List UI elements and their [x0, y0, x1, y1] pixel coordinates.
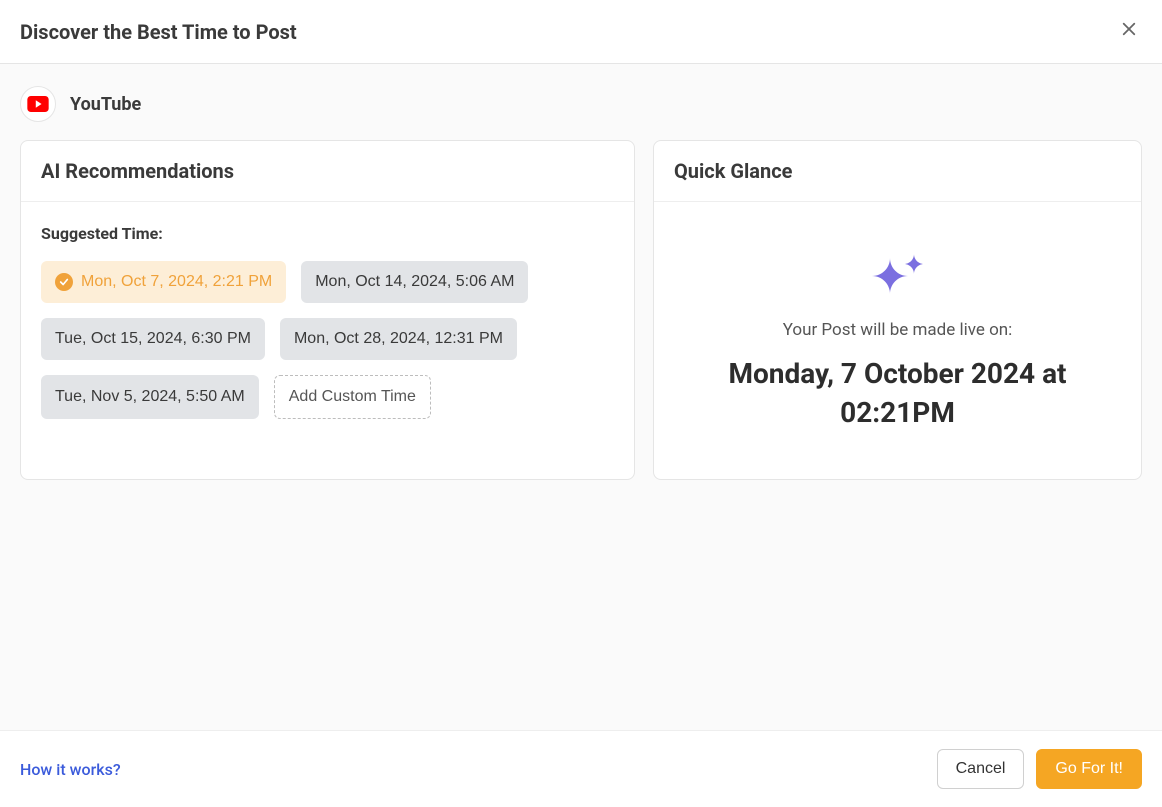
modal-footer: How it works? Cancel Go For It!: [0, 730, 1162, 807]
check-circle-icon: [55, 273, 73, 291]
quick-glance-title: Quick Glance: [654, 141, 1141, 202]
recommendations-title: AI Recommendations: [21, 141, 634, 202]
quick-glance-body: Your Post will be made live on: Monday, …: [654, 202, 1141, 462]
glance-caption: Your Post will be made live on:: [783, 320, 1013, 340]
modal-header: Discover the Best Time to Post: [0, 0, 1162, 64]
suggested-time-label: Suggested Time:: [41, 224, 614, 243]
footer-actions: Cancel Go For It!: [937, 749, 1142, 789]
time-chip-label: Mon, Oct 28, 2024, 12:31 PM: [294, 330, 503, 348]
time-chip[interactable]: Mon, Oct 28, 2024, 12:31 PM: [280, 318, 517, 360]
content-row: AI Recommendations Suggested Time: Mon, …: [0, 140, 1162, 480]
recommendations-panel: AI Recommendations Suggested Time: Mon, …: [20, 140, 635, 480]
quick-glance-panel: Quick Glance Your Post will be made live…: [653, 140, 1142, 480]
close-icon: [1120, 20, 1138, 38]
modal-title: Discover the Best Time to Post: [20, 20, 297, 44]
add-custom-time-label: Add Custom Time: [289, 388, 416, 406]
cancel-button[interactable]: Cancel: [937, 749, 1025, 789]
platform-name: YouTube: [70, 94, 141, 115]
time-chip[interactable]: Tue, Oct 15, 2024, 6:30 PM: [41, 318, 265, 360]
time-chip-list: Mon, Oct 7, 2024, 2:21 PM Mon, Oct 14, 2…: [41, 261, 614, 419]
time-chip-selected[interactable]: Mon, Oct 7, 2024, 2:21 PM: [41, 261, 286, 303]
how-it-works-link[interactable]: How it works?: [20, 760, 121, 779]
confirm-button[interactable]: Go For It!: [1036, 749, 1142, 789]
time-chip[interactable]: Mon, Oct 14, 2024, 5:06 AM: [301, 261, 528, 303]
time-chip-label: Tue, Nov 5, 2024, 5:50 AM: [55, 388, 245, 406]
add-custom-time-button[interactable]: Add Custom Time: [274, 375, 431, 419]
time-chip-label: Mon, Oct 14, 2024, 5:06 AM: [315, 273, 514, 291]
time-chip-label: Tue, Oct 15, 2024, 6:30 PM: [55, 330, 251, 348]
time-chip-label: Mon, Oct 7, 2024, 2:21 PM: [81, 273, 272, 291]
platform-row: YouTube: [0, 64, 1162, 140]
youtube-icon: [27, 96, 49, 112]
time-chip[interactable]: Tue, Nov 5, 2024, 5:50 AM: [41, 375, 259, 419]
sparkle-icon: [870, 252, 926, 304]
youtube-badge: [20, 86, 56, 122]
glance-scheduled-date: Monday, 7 October 2024 at 02:21PM: [708, 354, 1088, 432]
recommendations-body: Suggested Time: Mon, Oct 7, 2024, 2:21 P…: [21, 202, 634, 449]
close-button[interactable]: [1116, 16, 1142, 47]
